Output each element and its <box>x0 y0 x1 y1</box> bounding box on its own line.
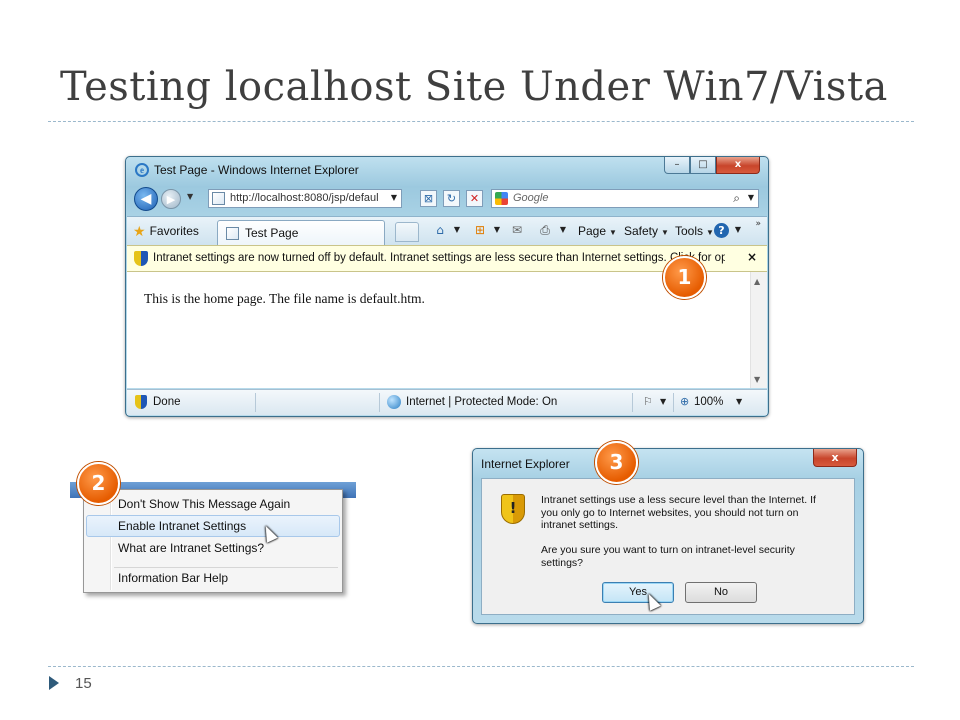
menu-item-dont-show[interactable]: Don't Show This Message Again <box>86 493 340 515</box>
favorites-label: Favorites <box>149 224 199 238</box>
dialog-question: Are you sure you want to turn on intrane… <box>541 544 795 569</box>
google-icon <box>495 192 508 205</box>
chevron-down-icon[interactable]: ▼ <box>660 397 666 406</box>
vertical-scrollbar[interactable]: ▲ ▼ <box>750 272 767 388</box>
search-dropdown-icon[interactable]: ▼ <box>748 193 754 202</box>
tools-menu-label: Tools <box>675 224 704 238</box>
feeds-icon[interactable]: ⊞ <box>472 222 488 238</box>
tab-page-icon <box>226 227 239 240</box>
bullet-arrow-icon <box>49 676 59 690</box>
no-button[interactable]: No <box>685 582 757 603</box>
zoom-level[interactable]: 100% <box>694 396 723 408</box>
status-zone[interactable]: Internet | Protected Mode: On <box>406 396 557 408</box>
tab-test-page[interactable]: Test Page <box>217 220 385 245</box>
search-icon[interactable]: ⌕ <box>733 191 740 206</box>
security-status-icon[interactable]: ⚐ <box>643 395 653 408</box>
home-icon[interactable]: ⌂ <box>432 222 448 238</box>
search-box[interactable]: Google ⌕ ▼ <box>491 189 759 208</box>
ie-titlebar: e Test Page - Windows Internet Explorer … <box>126 157 768 183</box>
history-dropdown-icon[interactable]: ▼ <box>187 192 193 201</box>
scroll-up-icon[interactable]: ▲ <box>754 277 760 286</box>
address-row: ◀ ▶ ▼ http://localhost:8080/jsp/default.… <box>126 184 768 214</box>
status-done: Done <box>153 396 181 408</box>
help-dropdown-icon[interactable]: ▼ <box>730 222 746 238</box>
dialog-close-button[interactable]: x <box>813 449 857 467</box>
step-badge-2: 2 <box>77 462 120 505</box>
shield-icon <box>134 251 148 266</box>
refresh-icon[interactable]: ↻ <box>443 190 460 207</box>
page-menu-label: Page <box>578 224 607 238</box>
help-icon[interactable]: ? <box>714 223 729 238</box>
stop-icon[interactable]: ✕ <box>466 190 483 207</box>
favorites-star-icon: ★ <box>133 222 146 239</box>
maximize-button[interactable]: □ <box>690 157 716 174</box>
forward-arrow-icon[interactable]: ▶ <box>161 189 181 209</box>
search-placeholder: Google <box>513 192 549 204</box>
minimize-button[interactable]: – <box>664 157 690 174</box>
ie-logo-icon: e <box>135 163 149 177</box>
dialog-title: Internet Explorer <box>481 457 570 471</box>
confirm-dialog: Internet Explorer x ! Intranet settings … <box>472 448 864 624</box>
menu-item-infobar-help[interactable]: Information Bar Help <box>86 567 340 589</box>
feeds-dropdown-icon[interactable]: ▼ <box>489 222 505 238</box>
page-icon <box>212 192 225 205</box>
dialog-body: ! Intranet settings use a less secure le… <box>481 478 855 615</box>
print-dropdown-icon[interactable]: ▼ <box>555 222 571 238</box>
chevron-down-icon: ▼ <box>609 228 617 237</box>
more-commands-icon[interactable]: » <box>755 219 761 229</box>
menu-item-what-are-intranet[interactable]: What are Intranet Settings? <box>86 537 340 559</box>
home-dropdown-icon[interactable]: ▼ <box>449 222 465 238</box>
title-divider <box>48 121 914 122</box>
address-text[interactable]: http://localhost:8080/jsp/default.htm <box>230 192 378 204</box>
address-dropdown-icon[interactable]: ▼ <box>391 193 397 202</box>
favorites-button[interactable]: ★ Favorites <box>133 221 199 241</box>
address-bar[interactable]: http://localhost:8080/jsp/default.htm ▼ <box>208 189 402 208</box>
ie-window-title: Test Page - Windows Internet Explorer <box>154 163 359 177</box>
status-divider <box>379 393 380 412</box>
zoom-icon: ⊕ <box>680 395 690 408</box>
step-badge-3: 3 <box>595 441 638 484</box>
scroll-down-icon[interactable]: ▼ <box>754 375 760 384</box>
safety-menu-label: Safety <box>624 224 659 238</box>
tab-label: Test Page <box>245 226 299 240</box>
status-bar: Done Internet | Protected Mode: On ⚐ ▼ ⊕… <box>127 389 767 415</box>
print-icon[interactable]: ⎙ <box>537 222 553 238</box>
page-body-text: This is the home page. The file name is … <box>144 291 425 306</box>
back-arrow-icon[interactable]: ◀ <box>134 187 158 211</box>
zoom-dropdown-icon[interactable]: ▼ <box>736 397 742 406</box>
tools-menu[interactable]: Tools ▼ <box>675 222 714 240</box>
page-menu[interactable]: Page ▼ <box>578 222 617 240</box>
step-badge-1: 1 <box>663 256 706 299</box>
footer-divider <box>48 666 914 667</box>
yes-button[interactable]: Yes <box>602 582 674 603</box>
status-divider <box>255 393 256 412</box>
compatibility-icon[interactable]: ⊠ <box>420 190 437 207</box>
dialog-message: Intranet settings use a less secure leve… <box>541 494 816 531</box>
chevron-down-icon: ▼ <box>661 228 669 237</box>
tabs-row: ★ Favorites Test Page ⌂ ▼ ⊞ ▼ ✉ ⎙ ▼ Page… <box>127 216 767 245</box>
slide-title: Testing localhost Site Under Win7/Vista <box>60 64 888 110</box>
new-tab-button[interactable] <box>395 222 419 242</box>
close-icon[interactable]: × <box>747 250 757 264</box>
window-controls: – □ x <box>664 157 760 175</box>
slide-number: 15 <box>75 675 92 692</box>
warning-shield-icon: ! <box>501 494 525 524</box>
close-button[interactable]: x <box>716 157 760 174</box>
mail-icon[interactable]: ✉ <box>509 222 525 238</box>
shield-icon <box>135 395 147 409</box>
infobar-text[interactable]: Intranet settings are now turned off by … <box>153 252 725 264</box>
globe-icon <box>387 395 401 409</box>
menu-item-enable-intranet[interactable]: Enable Intranet Settings <box>86 515 340 537</box>
infobar-context-menu: Don't Show This Message Again Enable Int… <box>83 489 343 593</box>
status-divider <box>673 393 674 412</box>
chevron-down-icon: ▼ <box>706 228 714 237</box>
status-divider <box>632 393 633 412</box>
safety-menu[interactable]: Safety ▼ <box>624 222 669 240</box>
